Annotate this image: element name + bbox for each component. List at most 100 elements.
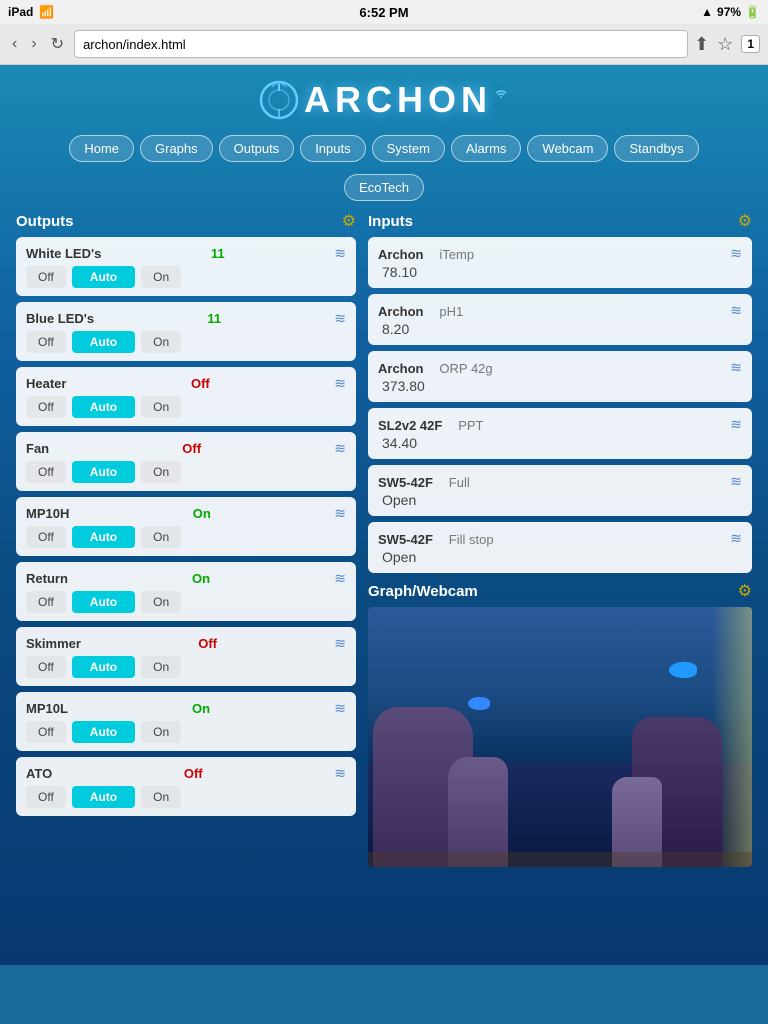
btn-auto-blue-leds[interactable]: Auto xyxy=(72,331,135,353)
btn-auto-mp10h[interactable]: Auto xyxy=(72,526,135,548)
nav-graphs[interactable]: Graphs xyxy=(140,135,213,162)
status-right: ▲ 97% 🔋 xyxy=(701,5,760,19)
btn-on-skimmer[interactable]: On xyxy=(141,656,181,678)
wave-icon-fan: ≋ xyxy=(334,440,346,457)
nav-system[interactable]: System xyxy=(372,135,445,162)
input-label-fillstop: Fill stop xyxy=(449,532,494,547)
btn-off-ato[interactable]: Off xyxy=(26,786,66,808)
btn-auto-return[interactable]: Auto xyxy=(72,591,135,613)
status-bar: iPad 📶 6:52 PM ▲ 97% 🔋 xyxy=(0,0,768,24)
btn-off-blue-leds[interactable]: Off xyxy=(26,331,66,353)
input-label-ppt: PPT xyxy=(458,418,483,433)
tab-count[interactable]: 1 xyxy=(741,35,760,53)
nav-ecotech[interactable]: EcoTech xyxy=(344,174,424,201)
btn-on-mp10h[interactable]: On xyxy=(141,526,181,548)
webcam-frame xyxy=(368,607,752,867)
address-bar[interactable] xyxy=(74,30,688,58)
output-name-skimmer: Skimmer xyxy=(26,636,81,651)
output-name-mp10h: MP10H xyxy=(26,506,69,521)
btn-on-return[interactable]: On xyxy=(141,591,181,613)
input-value-full: Open xyxy=(378,492,742,508)
wave-icon-fillstop: ≋ xyxy=(730,530,742,547)
webcam-content xyxy=(368,607,752,867)
signal-icon: ▲ xyxy=(701,5,713,19)
btn-off-skimmer[interactable]: Off xyxy=(26,656,66,678)
input-card-itemp: Archon iTemp ≋ 78.10 xyxy=(368,237,752,288)
btn-auto-fan[interactable]: Auto xyxy=(72,461,135,483)
btn-on-fan[interactable]: On xyxy=(141,461,181,483)
btn-on-heater[interactable]: On xyxy=(141,396,181,418)
input-source-ppt: SL2v2 42F xyxy=(378,418,442,433)
btn-off-mp10h[interactable]: Off xyxy=(26,526,66,548)
btn-off-return[interactable]: Off xyxy=(26,591,66,613)
nav-webcam[interactable]: Webcam xyxy=(527,135,608,162)
forward-button[interactable]: › xyxy=(27,33,40,55)
outputs-header: Outputs ⚙ xyxy=(16,211,356,231)
btn-on-ato[interactable]: On xyxy=(141,786,181,808)
app-title: ARCHON xyxy=(304,79,492,121)
logo-icon xyxy=(258,79,300,121)
input-source-full: SW5-42F xyxy=(378,475,433,490)
btn-auto-mp10l[interactable]: Auto xyxy=(72,721,135,743)
wave-icon-full: ≋ xyxy=(730,473,742,490)
wave-icon-ato: ≋ xyxy=(334,765,346,782)
output-name-heater: Heater xyxy=(26,376,66,391)
graph-gear[interactable]: ⚙ xyxy=(738,581,752,601)
input-label-itemp: iTemp xyxy=(439,247,474,262)
share-button[interactable]: ⬆ xyxy=(694,34,709,55)
output-card-return: Return On ≋ Off Auto On xyxy=(16,562,356,621)
nav-outputs[interactable]: Outputs xyxy=(219,135,295,162)
output-card-ato: ATO Off ≋ Off Auto On xyxy=(16,757,356,816)
output-name-mp10l: MP10L xyxy=(26,701,68,716)
graph-title: Graph/Webcam xyxy=(368,583,478,600)
nav-inputs[interactable]: Inputs xyxy=(300,135,365,162)
btn-auto-heater[interactable]: Auto xyxy=(72,396,135,418)
btn-on-blue-leds[interactable]: On xyxy=(141,331,181,353)
browser-chrome: ‹ › ↻ ⬆ ☆ 1 xyxy=(0,24,768,65)
nav-alarms[interactable]: Alarms xyxy=(451,135,521,162)
wave-icon-mp10l: ≋ xyxy=(334,700,346,717)
input-label-ph1: pH1 xyxy=(439,304,463,319)
wave-icon-white-leds: ≋ xyxy=(334,245,346,262)
outputs-gear[interactable]: ⚙ xyxy=(342,211,356,231)
output-name-fan: Fan xyxy=(26,441,49,456)
input-card-ph1: Archon pH1 ≋ 8.20 xyxy=(368,294,752,345)
inputs-gear[interactable]: ⚙ xyxy=(738,211,752,231)
inputs-header: Inputs ⚙ xyxy=(368,211,752,231)
reload-button[interactable]: ↻ xyxy=(47,32,68,56)
nav-row-2: EcoTech xyxy=(0,170,768,211)
btn-off-fan[interactable]: Off xyxy=(26,461,66,483)
right-column: Inputs ⚙ Archon iTemp ≋ 78.10 Arch xyxy=(368,211,752,867)
btn-off-mp10l[interactable]: Off xyxy=(26,721,66,743)
output-status-white-leds: 11 xyxy=(211,246,225,261)
wave-icon-orp: ≋ xyxy=(730,359,742,376)
wave-icon-skimmer: ≋ xyxy=(334,635,346,652)
nav-row-1: Home Graphs Outputs Inputs System Alarms… xyxy=(0,127,768,170)
battery-icon: 🔋 xyxy=(745,5,760,19)
btn-auto-ato[interactable]: Auto xyxy=(72,786,135,808)
output-name-white-leds: White LED's xyxy=(26,246,101,261)
input-card-ppt: SL2v2 42F PPT ≋ 34.40 xyxy=(368,408,752,459)
back-button[interactable]: ‹ xyxy=(8,33,21,55)
nav-home[interactable]: Home xyxy=(69,135,134,162)
btn-on-white-leds[interactable]: On xyxy=(141,266,181,288)
bookmark-button[interactable]: ☆ xyxy=(717,34,733,55)
output-name-return: Return xyxy=(26,571,68,586)
wave-icon-ph1: ≋ xyxy=(730,302,742,319)
outputs-title: Outputs xyxy=(16,213,74,230)
input-source-itemp: Archon xyxy=(378,247,424,262)
btn-auto-skimmer[interactable]: Auto xyxy=(72,656,135,678)
output-card-blue-leds: Blue LED's 11 ≋ Off Auto On xyxy=(16,302,356,361)
input-source-ph1: Archon xyxy=(378,304,424,319)
input-card-orp: Archon ORP 42g ≋ 373.80 xyxy=(368,351,752,402)
output-status-skimmer: Off xyxy=(198,636,217,651)
btn-off-heater[interactable]: Off xyxy=(26,396,66,418)
nav-standbys[interactable]: Standbys xyxy=(614,135,698,162)
battery-level: 97% xyxy=(717,5,741,19)
wave-icon-itemp: ≋ xyxy=(730,245,742,262)
output-card-white-leds: White LED's 11 ≋ Off Auto On xyxy=(16,237,356,296)
btn-on-mp10l[interactable]: On xyxy=(141,721,181,743)
wifi-logo-icon xyxy=(492,85,510,103)
btn-off-white-leds[interactable]: Off xyxy=(26,266,66,288)
btn-auto-white-leds[interactable]: Auto xyxy=(72,266,135,288)
